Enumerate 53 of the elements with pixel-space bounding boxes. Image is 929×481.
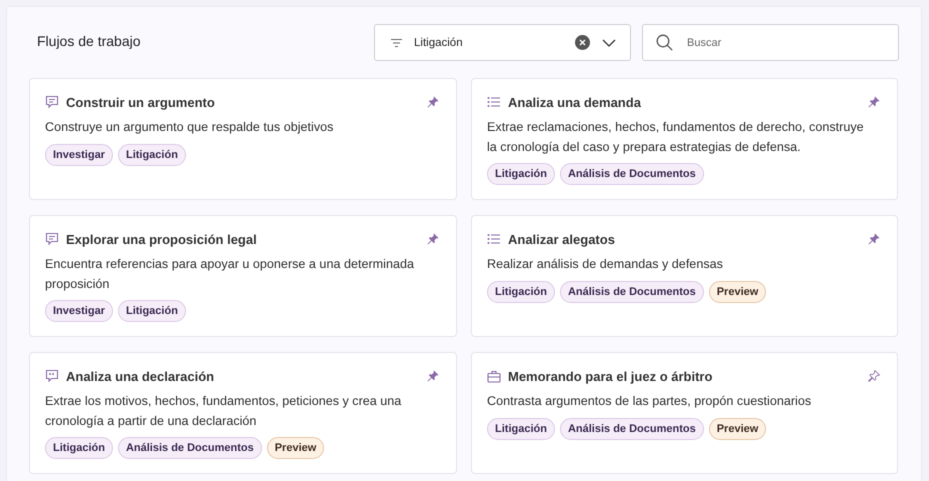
workflow-card[interactable]: Analiza una demanda Extrae reclamaciones, hechos, fundamentos de derecho, construye la cronología del caso y prepara estrategias de defensa. Litigación Análisis de Documentos: [471, 78, 898, 200]
page-title: Flujos de trabajo: [37, 33, 142, 49]
card-description: Encuentra referencias para apoyar u oponerse a una determinada proposición: [45, 256, 415, 293]
preview-tag: Preview: [266, 437, 324, 459]
workflow-card[interactable]: Memorando para el juez o árbitro Contrasta argumentos de las partes, propón cuestionarios Litigación Análisis de Documentos Preview: [471, 352, 898, 474]
search-icon: [656, 34, 673, 51]
preview-tag: Preview: [708, 280, 766, 302]
workflow-card[interactable]: Construir un argumento Construye un argumento que respalde tus objetivos Investigar Litigación: [29, 78, 457, 200]
category-tag: Litigación: [487, 163, 555, 185]
chat-icon: [45, 95, 59, 109]
card-title: Analiza una demanda: [508, 94, 642, 110]
category-tag: Litigación: [118, 300, 186, 322]
card-description: Extrae los motivos, hechos, fundamentos, peticiones y crea una cronología a partir de una declaración: [45, 393, 402, 430]
category-tag: Investigar: [45, 144, 113, 166]
category-tag: Análisis de Documentos: [560, 163, 704, 185]
card-title: Analiza una declaración: [66, 368, 216, 384]
briefcase-icon: [487, 370, 501, 382]
preview-tag: Preview: [708, 418, 766, 440]
pin-icon[interactable]: [427, 233, 439, 245]
category-tag: Análisis de Documentos: [560, 418, 704, 440]
category-tag: Investigar: [45, 300, 113, 322]
card-description: Realizar análisis de demandas y defensas: [487, 256, 724, 273]
clear-icon[interactable]: [575, 35, 590, 50]
chat-icon: [45, 232, 59, 246]
list-icon: [487, 233, 501, 245]
workflow-card[interactable]: Analiza una declaración Extrae los motivos, hechos, fundamentos, peticiones y crea una cronología a partir de una declaración Litigación Análisis de Documentos Preview: [29, 352, 457, 474]
workflow-card[interactable]: Explorar una proposición legal Encuentra referencias para apoyar u oponerse a una determinada proposición Investigar Litigación: [29, 215, 457, 337]
filter-icon: [391, 38, 402, 46]
category-tag: Análisis de Documentos: [118, 437, 262, 459]
card-title: Memorando para el juez o árbitro: [508, 368, 714, 384]
category-tag: Litigación: [487, 418, 555, 440]
list-icon: [487, 96, 501, 108]
pin-icon[interactable]: [868, 233, 880, 245]
pin-icon[interactable]: [427, 370, 439, 382]
category-tag: Litigación: [487, 280, 555, 302]
quote-icon: [45, 369, 59, 383]
card-description: Contrasta argumentos de las partes, propón cuestionarios: [487, 393, 812, 410]
pin-icon[interactable]: [427, 96, 439, 108]
workflow-card[interactable]: Analizar alegatos Realizar análisis de demandas y defensas Litigación Análisis de Documentos Preview: [471, 215, 898, 337]
category-tag: Litigación: [118, 144, 186, 166]
filter-value: Litigación: [414, 36, 464, 48]
pin-icon[interactable]: [868, 96, 880, 108]
card-description: Construye un argumento que respalde tus objetivos: [45, 119, 334, 136]
category-tag: Análisis de Documentos: [560, 280, 704, 302]
filter-dropdown[interactable]: Litigación: [374, 24, 631, 61]
card-description: Extrae reclamaciones, hechos, fundamentos de derecho, construye la cronología del caso y prepara estrategias de defensa.: [487, 119, 865, 156]
pin-icon[interactable]: [868, 370, 880, 382]
search-field[interactable]: Buscar: [642, 24, 899, 61]
card-title: Explorar una proposición legal: [66, 232, 258, 246]
chevron-down-icon[interactable]: [602, 38, 616, 46]
card-title: Analizar alegatos: [508, 232, 616, 246]
category-tag: Litigación: [45, 437, 113, 459]
card-title: Construir un argumento: [66, 94, 216, 110]
